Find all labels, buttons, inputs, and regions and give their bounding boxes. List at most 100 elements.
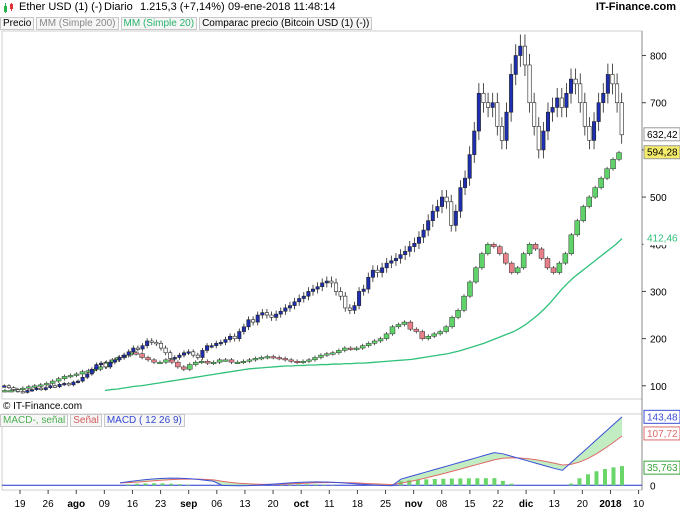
- ether-candle: [472, 130, 477, 155]
- legend-macd-diff[interactable]: MACD-, señal: [0, 414, 69, 427]
- compare-candle: [389, 326, 396, 335]
- compare-candle: [26, 386, 32, 389]
- instrument-title: Ether USD (1) (-): [19, 1, 103, 13]
- x-tick-label: 26: [43, 499, 55, 510]
- compare-candle: [610, 159, 616, 170]
- ether-candle: [389, 260, 394, 264]
- macd-histogram-bar: [288, 484, 293, 486]
- compare-candle: [586, 196, 592, 207]
- compare-candle: [252, 358, 259, 361]
- ether-candle: [287, 305, 292, 309]
- ether-candle: [366, 276, 371, 290]
- compare-candle: [598, 177, 604, 188]
- ether-candle: [20, 391, 25, 394]
- compare-candle: [228, 359, 235, 363]
- compare-candle: [580, 206, 586, 221]
- compare-candle: [210, 361, 217, 364]
- legend-ma200[interactable]: MM (Simple 200): [36, 17, 119, 30]
- compare-candle: [8, 390, 14, 393]
- compare-candle: [407, 321, 414, 330]
- ether-candle: [48, 385, 53, 388]
- macd-histogram-bar: [483, 478, 488, 486]
- y-tick-label: 700: [650, 99, 667, 110]
- ether-candle: [601, 92, 606, 104]
- compare-value-label-text: 594,28: [647, 148, 678, 159]
- compare-candle: [520, 253, 527, 269]
- macd-histogram-bar: [424, 479, 429, 486]
- ether-candle: [34, 387, 39, 390]
- compare-candle: [574, 220, 581, 236]
- ether-candle: [154, 342, 159, 345]
- compare-candle: [365, 343, 372, 346]
- ether-candle: [527, 64, 532, 104]
- compare-candle: [258, 357, 265, 360]
- ether-candle: [39, 387, 44, 390]
- compare-candle: [300, 361, 306, 364]
- compare-candle: [353, 347, 360, 350]
- compare-candle: [348, 347, 354, 350]
- macd-value-label-text: 143,48: [647, 412, 678, 423]
- ether-candle: [223, 339, 228, 343]
- legend-macd[interactable]: MACD ( 12 26 9): [103, 414, 185, 427]
- compare-candle: [38, 384, 44, 387]
- compare-candle: [479, 253, 485, 269]
- ether-candle: [186, 351, 191, 354]
- compare-candle: [503, 253, 509, 264]
- ether-candle: [504, 111, 509, 141]
- ether-candle: [375, 269, 380, 273]
- ether-candle: [149, 340, 154, 343]
- legend-ma20[interactable]: MM (Simple 20): [120, 17, 198, 30]
- ether-candle: [380, 267, 385, 273]
- ether-candle: [532, 102, 537, 127]
- macd-histogram-bar: [152, 483, 157, 486]
- compare-candle: [544, 258, 551, 269]
- macd-histogram-bar: [611, 467, 616, 486]
- x-tick-label: 13: [239, 499, 251, 510]
- ether-candle: [94, 364, 99, 370]
- candlestick-icon: [4, 3, 13, 13]
- ether-candle: [301, 295, 306, 299]
- ether-candle: [85, 373, 90, 378]
- compare-candle: [157, 361, 163, 364]
- x-tick-label: 20: [577, 499, 589, 510]
- ether-candle: [99, 362, 104, 365]
- ether-candle: [615, 83, 620, 104]
- ether-candle: [269, 314, 274, 318]
- ether-candle: [605, 74, 610, 94]
- ether-candle: [393, 258, 398, 262]
- ether-candle: [384, 262, 389, 269]
- ether-candle: [2, 385, 7, 388]
- ether-candle: [260, 312, 265, 316]
- legend-signal[interactable]: Señal: [70, 414, 102, 427]
- compare-candle: [163, 359, 169, 363]
- y-tick-label: 500: [650, 193, 667, 204]
- compare-candle: [550, 267, 557, 273]
- compare-candle: [342, 347, 348, 351]
- ether-candle: [43, 387, 48, 390]
- macd-histogram-bar: [577, 478, 582, 486]
- ether-candle: [283, 307, 288, 312]
- ether-candle: [416, 236, 421, 244]
- compare-candle: [371, 340, 378, 344]
- ether-candle: [89, 368, 94, 375]
- legend-price[interactable]: Precio: [0, 17, 35, 30]
- ether-candle: [80, 376, 85, 382]
- compare-candle: [359, 345, 366, 349]
- compare-candle: [556, 262, 563, 273]
- ether-candle: [582, 102, 587, 127]
- ether-candle: [444, 196, 449, 203]
- x-tick-label: 25: [380, 499, 392, 510]
- compare-candle: [437, 331, 443, 335]
- compare-candle: [526, 244, 533, 254]
- period-label: Diario: [104, 1, 133, 13]
- ether-candle: [403, 251, 408, 255]
- compare-candle: [443, 326, 449, 332]
- legend-compare[interactable]: Comparac precio (Bitcoin USD (1) (-)): [199, 17, 373, 30]
- compare-candle: [67, 375, 74, 378]
- macd-legend: MACD-, señal Señal MACD ( 12 26 9): [0, 414, 187, 427]
- ether-candle: [274, 313, 279, 318]
- compare-candle: [383, 333, 390, 339]
- x-tick-label: 19: [14, 499, 26, 510]
- ether-candle: [352, 305, 357, 311]
- macd-histogram-bar: [620, 466, 624, 486]
